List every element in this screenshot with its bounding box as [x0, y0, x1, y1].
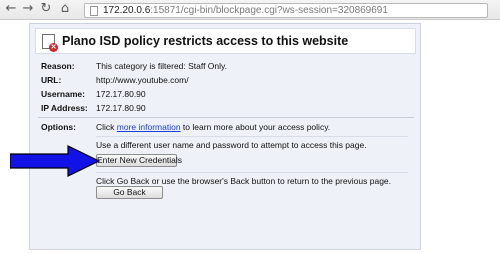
go-back-button[interactable]: Go Back — [96, 186, 163, 199]
more-information-link[interactable]: more information — [117, 122, 181, 132]
url-path: :15871/cgi-bin/blockpage.cgi?ws-session=… — [150, 5, 388, 16]
reason-label: Reason: — [41, 61, 75, 71]
page-icon — [90, 6, 98, 16]
ip-address-label: IP Address: — [41, 103, 88, 113]
enter-new-credentials-button[interactable]: Enter New Credentials — [96, 154, 182, 167]
ip-address-value: 172.17.80.90 — [96, 103, 146, 113]
forward-arrow-icon[interactable]: → — [21, 2, 35, 16]
back-arrow-icon[interactable]: ← — [4, 2, 18, 16]
section-divider — [38, 117, 414, 118]
more-info-text: Click more information to learn more abo… — [96, 122, 331, 132]
url-label: URL: — [41, 75, 62, 85]
username-label: Username: — [41, 89, 85, 99]
url-value: http://www.youtube.com/ — [96, 75, 189, 85]
reason-value: This category is filtered: Staff Only. — [96, 61, 228, 71]
reload-icon[interactable]: ↻ — [39, 2, 53, 16]
options-divider — [96, 172, 408, 173]
go-back-text: Click Go Back or use the browser's Back … — [96, 176, 392, 186]
options-label: Options: — [41, 122, 76, 132]
options-divider — [96, 136, 408, 137]
url-host: 172.20.0.6 — [103, 5, 151, 16]
home-icon[interactable]: ⌂ — [58, 2, 72, 16]
address-bar[interactable]: 172.20.0.6:15871/cgi-bin/blockpage.cgi?w… — [84, 3, 488, 18]
credentials-text: Use a different user name and password t… — [96, 140, 367, 150]
blue-arrow-icon — [10, 145, 100, 177]
browser-toolbar: ← → ↻ ⌂ 172.20.0.6:15871/cgi-bin/blockpa… — [0, 0, 500, 20]
block-page-panel: ✕ Plano ISD policy restricts access to t… — [29, 23, 421, 250]
blocked-page-icon: ✕ — [42, 34, 58, 52]
username-value: 172.17.80.90 — [96, 89, 146, 99]
page-title: Plano ISD policy restricts access to thi… — [62, 34, 349, 48]
block-page-header: ✕ Plano ISD policy restricts access to t… — [35, 28, 416, 54]
